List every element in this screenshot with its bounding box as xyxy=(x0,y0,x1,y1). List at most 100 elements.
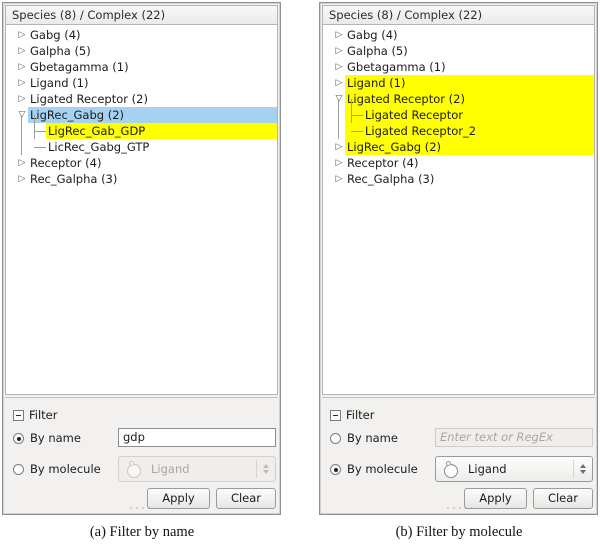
expander-closed-icon[interactable] xyxy=(333,27,345,43)
tree-row[interactable]: Ligand (1) xyxy=(323,75,594,91)
clear-button-a[interactable]: Clear xyxy=(216,488,276,509)
combo-divider xyxy=(573,460,574,478)
tree-row[interactable]: Ligand (1) xyxy=(6,75,277,91)
tree-row-label: LigRec_Gabg (2) xyxy=(347,140,442,154)
expander-closed-icon[interactable] xyxy=(16,171,28,187)
tree-row[interactable]: Ligated Receptor (2) xyxy=(323,91,594,107)
tree-row-label: Ligated Receptor (2) xyxy=(30,92,148,106)
tree-row[interactable]: Gabg (4) xyxy=(6,27,277,43)
caption-a: (a) Filter by name xyxy=(89,524,195,540)
apply-button-b[interactable]: Apply xyxy=(464,488,527,509)
expander-closed-icon[interactable] xyxy=(333,171,345,187)
figure-root: Species (8) / Complex (22) Gabg (4) Galph… xyxy=(0,0,600,545)
filter-section-a: Filter By name By molecule gdp Ligand Ap… xyxy=(5,397,278,512)
expander-closed-icon[interactable] xyxy=(333,59,345,75)
tree-row[interactable]: LigRec_Gabg (2) xyxy=(323,139,594,155)
tree-row[interactable]: Gbetagamma (1) xyxy=(323,59,594,75)
resize-grip[interactable] xyxy=(128,506,155,511)
tree-row-label: Ligand (1) xyxy=(347,76,406,90)
radio-by-name-b[interactable]: By name xyxy=(330,431,398,445)
species-complex-tree-b[interactable]: Gabg (4) Galpha (5) Gbetagamma (1) Ligand (… xyxy=(322,25,595,395)
tree-row[interactable]: LigRec_Gab_GDP xyxy=(6,115,277,139)
expander-closed-icon[interactable] xyxy=(16,155,28,171)
tree-row-label: Galpha (5) xyxy=(347,44,408,58)
tree-row[interactable]: Galpha (5) xyxy=(6,43,277,59)
tree-row-label: Ligated Receptor (2) xyxy=(347,92,465,106)
radio-by-molecule-a[interactable]: By molecule xyxy=(13,462,101,476)
tree-row[interactable]: Ligated Receptor (2) xyxy=(6,91,277,107)
tree-row-label: Ligated Receptor xyxy=(365,108,464,122)
molecule-icon xyxy=(443,461,460,478)
tree-row-label: LicRec_Gabg_GTP xyxy=(48,140,150,154)
molecule-icon xyxy=(126,461,143,478)
tree-row-label: Gabg (4) xyxy=(347,28,398,42)
species-complex-tree-a[interactable]: Gabg (4) Galpha (5) Gbetagamma (1) Ligand (… xyxy=(5,25,278,395)
radio-by-name-a[interactable]: By name xyxy=(13,431,81,445)
tree-row-label: Receptor (4) xyxy=(30,156,102,170)
filter-molecule-value: Ligand xyxy=(151,462,190,476)
filter-section-b: Filter By name By molecule Enter text or… xyxy=(322,397,595,512)
tree-row-label: Ligand (1) xyxy=(30,76,89,90)
tree-row[interactable]: Gbetagamma (1) xyxy=(6,59,277,75)
expander-closed-icon[interactable] xyxy=(333,139,345,155)
filter-name-input-a[interactable]: gdp xyxy=(118,428,276,447)
expander-closed-icon[interactable] xyxy=(16,59,28,75)
filter-label: Filter xyxy=(29,408,58,422)
filter-group-header-a[interactable]: Filter xyxy=(13,408,57,422)
tree-row-label: Gabg (4) xyxy=(30,28,81,42)
filter-name-input-b[interactable]: Enter text or RegEx xyxy=(435,428,593,447)
tree-row[interactable]: Rec_Galpha (3) xyxy=(323,171,594,187)
expander-closed-icon[interactable] xyxy=(333,75,345,91)
apply-button-a[interactable]: Apply xyxy=(147,488,210,509)
radio-button-icon[interactable] xyxy=(13,464,24,475)
tree-row[interactable]: Receptor (4) xyxy=(6,155,277,171)
expander-closed-icon[interactable] xyxy=(16,27,28,43)
clear-button-b[interactable]: Clear xyxy=(533,488,593,509)
collapse-icon[interactable] xyxy=(13,410,24,421)
tree-row[interactable]: Ligated Receptor xyxy=(323,99,594,123)
expander-closed-icon[interactable] xyxy=(16,75,28,91)
combo-divider xyxy=(256,460,257,478)
tree-row-label: Rec_Galpha (3) xyxy=(347,172,435,186)
panel-filter-by-molecule: Species (8) / Complex (22) Gabg (4) Galph… xyxy=(319,2,598,515)
panel-filter-by-name: Species (8) / Complex (22) Gabg (4) Galph… xyxy=(2,2,281,515)
tree-row-label: Gbetagamma (1) xyxy=(30,60,129,74)
caption-b: (b) Filter by molecule xyxy=(395,524,523,540)
radio-by-molecule-b[interactable]: By molecule xyxy=(330,462,418,476)
radio-by-molecule-label: By molecule xyxy=(347,462,418,476)
radio-button-icon[interactable] xyxy=(330,433,341,444)
radio-button-icon[interactable] xyxy=(13,433,24,444)
tree-row-label: Rec_Galpha (3) xyxy=(30,172,118,186)
tree-column-header-a: Species (8) / Complex (22) xyxy=(5,5,278,25)
filter-label: Filter xyxy=(346,408,375,422)
expander-open-icon[interactable] xyxy=(16,107,28,123)
expander-closed-icon[interactable] xyxy=(16,43,28,59)
radio-by-molecule-label: By molecule xyxy=(30,462,101,476)
radio-button-icon[interactable] xyxy=(330,464,341,475)
expander-closed-icon[interactable] xyxy=(333,43,345,59)
expander-closed-icon[interactable] xyxy=(333,155,345,171)
expander-closed-icon[interactable] xyxy=(16,91,28,107)
filter-molecule-value: Ligand xyxy=(468,462,507,476)
tree-row[interactable]: LicRec_Gabg_GTP xyxy=(6,131,277,155)
tree-row[interactable]: Galpha (5) xyxy=(323,43,594,59)
tree-column-header-b: Species (8) / Complex (22) xyxy=(322,5,595,25)
filter-molecule-select-a[interactable]: Ligand xyxy=(118,456,276,482)
tree-row-label: LigRec_Gab_GDP xyxy=(48,124,146,138)
collapse-icon[interactable] xyxy=(330,410,341,421)
radio-by-name-label: By name xyxy=(347,431,398,445)
spinner-arrows-icon[interactable] xyxy=(261,457,270,481)
filter-group-header-b[interactable]: Filter xyxy=(330,408,374,422)
filter-molecule-select-b[interactable]: Ligand xyxy=(435,456,593,482)
tree-row[interactable]: Receptor (4) xyxy=(323,155,594,171)
resize-grip[interactable] xyxy=(445,506,472,511)
tree-row-label: Ligated Receptor_2 xyxy=(365,124,477,138)
tree-row[interactable]: Ligated Receptor_2 xyxy=(323,115,594,139)
tree-row-label: Galpha (5) xyxy=(30,44,91,58)
tree-row[interactable]: Gabg (4) xyxy=(323,27,594,43)
expander-open-icon[interactable] xyxy=(333,91,345,107)
spinner-arrows-icon[interactable] xyxy=(578,457,587,481)
tree-row[interactable]: LigRec_Gabg (2) xyxy=(6,107,277,123)
tree-row[interactable]: Rec_Galpha (3) xyxy=(6,171,277,187)
tree-row-label: Receptor (4) xyxy=(347,156,419,170)
